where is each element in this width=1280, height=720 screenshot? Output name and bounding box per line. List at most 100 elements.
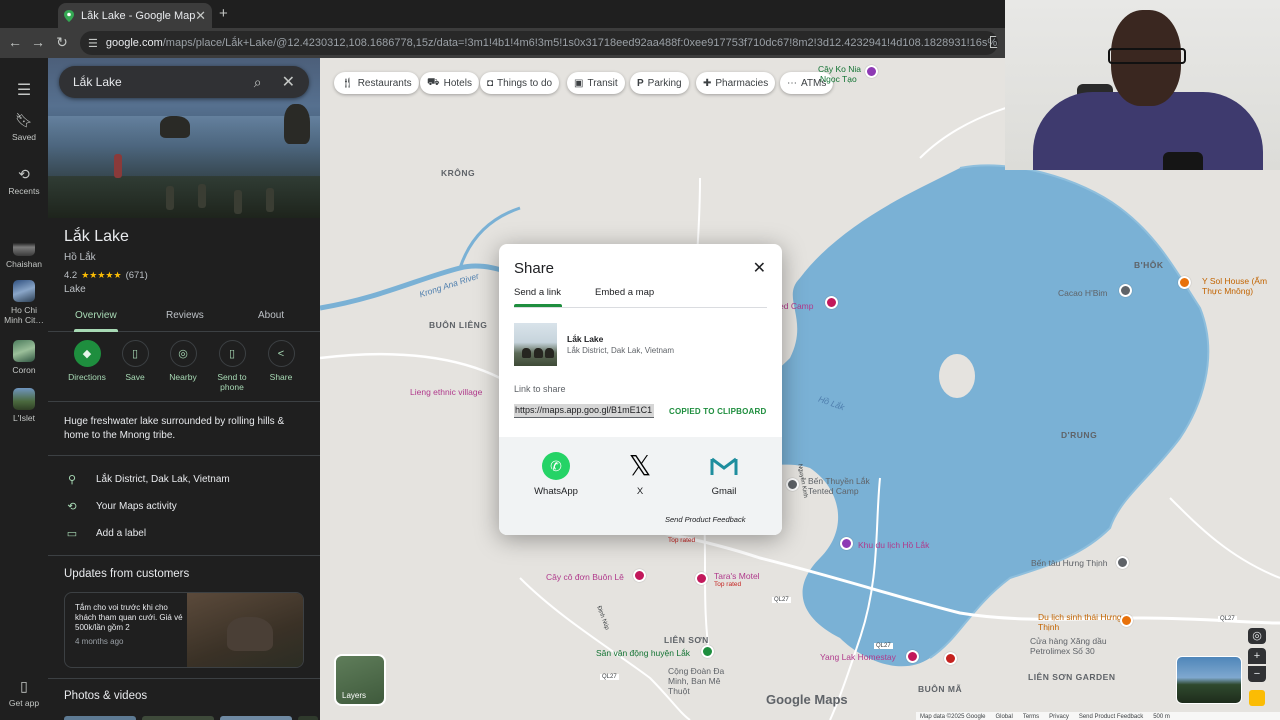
rail-item-label: Recents	[8, 186, 40, 196]
share-button[interactable]: < Share	[254, 340, 308, 382]
global-link[interactable]: Global	[995, 714, 1012, 720]
privacy-link[interactable]: Privacy	[1049, 714, 1069, 720]
new-tab-button[interactable]: +	[219, 5, 228, 22]
tab-send-link[interactable]: Send a link	[514, 287, 561, 298]
share-gmail-button[interactable]: Gmail	[694, 452, 754, 497]
maps-activity-row[interactable]: ⟲ Your Maps activity	[64, 500, 176, 513]
map-label: Cây Ko Nia	[818, 64, 861, 74]
nearby-button[interactable]: ◎ Nearby	[156, 340, 210, 382]
close-icon[interactable]: ✕	[282, 72, 295, 92]
thumbnail-elephant	[545, 348, 554, 358]
tab-about[interactable]: About	[258, 310, 284, 321]
scale-label[interactable]: 500 m	[1153, 714, 1170, 720]
back-icon[interactable]: ←	[6, 34, 24, 50]
map-label: Lieng ethnic village	[410, 387, 483, 397]
rating-row[interactable]: 4.2 ★★★★★ (671)	[64, 270, 148, 281]
rail-item-ho-chi-minh[interactable]: Ho Chi Minh Cit…	[0, 280, 48, 325]
menu-icon[interactable]: ☰	[0, 80, 48, 100]
chip-pharmacies[interactable]: ✚ Pharmacies	[696, 72, 776, 94]
tab-embed-map[interactable]: Embed a map	[595, 287, 654, 298]
chip-parking[interactable]: P Parking	[630, 72, 689, 94]
poi-marker[interactable]	[944, 652, 957, 665]
poi-marker[interactable]	[1119, 284, 1132, 297]
poi-marker[interactable]	[701, 645, 714, 658]
poi-marker[interactable]	[695, 572, 708, 585]
photo-thumbnail[interactable]	[298, 716, 318, 720]
map-label: Ngọc Tạo	[820, 74, 857, 84]
send-feedback-link[interactable]: Send Product Feedback	[665, 515, 745, 524]
chip-things-to-do[interactable]: ◘ Things to do	[480, 72, 560, 94]
search-icon[interactable]: ⌕	[254, 74, 262, 91]
rail-item-lislet[interactable]: L'Islet	[0, 388, 48, 423]
zoom-in-button[interactable]: +	[1248, 648, 1266, 664]
poi-marker[interactable]	[1178, 276, 1191, 289]
update-text: Tắm cho voi trước khi cho khách tham qua…	[75, 603, 183, 632]
action-label: Nearby	[169, 372, 197, 382]
extension-icon[interactable]	[990, 36, 998, 48]
send-to-phone-button[interactable]: ▯ Send to phone	[205, 340, 259, 392]
hero-person	[266, 188, 274, 212]
tab-reviews[interactable]: Reviews	[166, 310, 204, 321]
location-pin-icon: ⚲	[67, 474, 77, 486]
poi-marker[interactable]	[906, 650, 919, 663]
update-card[interactable]: Tắm cho voi trước khi cho khách tham qua…	[64, 592, 304, 668]
hotel-icon: ⛟	[427, 76, 440, 88]
share-place-address: Lắk District, Dak Lak, Vietnam	[567, 346, 675, 355]
tab-overview[interactable]: Overview	[75, 310, 117, 321]
dialog-title: Share	[514, 260, 555, 277]
poi-marker[interactable]	[633, 569, 646, 582]
photo-thumbnail[interactable]	[64, 716, 136, 720]
address-row[interactable]: ⚲ Lắk District, Dak Lak, Vietnam	[64, 473, 230, 486]
browser-tab[interactable]: Lắk Lake - Google Maps ✕	[58, 3, 212, 28]
chip-restaurants[interactable]: 🍴︎ Restaurants	[334, 72, 419, 94]
feedback-link[interactable]: Send Product Feedback	[1079, 714, 1143, 720]
search-input[interactable]: Lắk Lake ⌕ ✕	[59, 66, 309, 98]
reload-icon[interactable]: ↻	[53, 34, 71, 51]
rail-item-label: L'Islet	[13, 413, 35, 423]
my-location-button[interactable]: ◎	[1248, 628, 1266, 644]
pharmacy-icon: ✚	[703, 77, 712, 89]
add-label-row[interactable]: ▭ Add a label	[64, 527, 146, 540]
poi-marker[interactable]	[1116, 556, 1129, 569]
close-tab-icon[interactable]: ✕	[195, 8, 206, 24]
layers-button[interactable]: Layers	[334, 654, 386, 706]
poi-marker[interactable]	[865, 65, 878, 78]
rail-menu[interactable]: ☰	[0, 80, 48, 103]
share-x-button[interactable]: 𝕏 X	[610, 452, 670, 498]
street-view-thumbnail[interactable]	[1176, 656, 1242, 704]
place-description: Huge freshwater lake surrounded by rolli…	[64, 416, 285, 441]
close-icon[interactable]: ✕	[753, 258, 766, 278]
copy-link-button[interactable]: COPIED TO CLIPBOARD	[669, 407, 766, 416]
terms-link[interactable]: Terms	[1023, 714, 1039, 720]
share-whatsapp-button[interactable]: ✆ WhatsApp	[526, 452, 586, 497]
photos-title: Photos & videos	[64, 690, 148, 702]
browser-tabbar: Lắk Lake - Google Maps ✕ +	[0, 0, 1005, 28]
pegman-icon[interactable]	[1249, 690, 1265, 706]
rail-item-recents[interactable]: ⟲ Recents	[0, 166, 48, 196]
share-link-field[interactable]: https://maps.app.goo.gl/B1mE1C1	[514, 404, 654, 418]
chip-hotels[interactable]: ⛟ Hotels	[420, 72, 479, 94]
poi-marker[interactable]	[840, 537, 853, 550]
chip-transit[interactable]: ▣ Transit	[567, 72, 625, 94]
site-info-icon[interactable]: ☰	[88, 37, 98, 50]
rail-item-saved[interactable]: 🔖︎ Saved	[0, 112, 48, 142]
update-photo[interactable]	[187, 593, 303, 667]
poi-marker[interactable]	[1120, 614, 1133, 627]
address-bar[interactable]: ☰ google.com/maps/place/Lắk+Lake/@12.423…	[80, 31, 998, 55]
forward-icon[interactable]: →	[29, 34, 47, 50]
rail-item-get-app[interactable]: ▯ Get app	[0, 678, 48, 708]
photo-thumbnail[interactable]	[142, 716, 214, 720]
rail-item-chaishan[interactable]: Chaishan	[0, 234, 48, 269]
rating-value: 4.2	[64, 270, 78, 281]
directions-button[interactable]: ◆ Directions	[60, 340, 114, 382]
save-button[interactable]: ▯ Save	[108, 340, 162, 382]
photo-thumbnail[interactable]	[220, 716, 292, 720]
map-label: D'RUNG	[1061, 430, 1098, 440]
place-title: Lắk Lake	[64, 228, 129, 245]
zoom-out-button[interactable]: −	[1248, 666, 1266, 682]
rail-item-coron[interactable]: Coron	[0, 340, 48, 375]
place-panel: Lắk Lake ⌕ ✕ Lắk Lake Hồ Lắk 4.2 ★★★★★ (…	[48, 58, 320, 720]
poi-marker[interactable]	[786, 478, 799, 491]
poi-marker[interactable]	[825, 296, 838, 309]
place-type[interactable]: Lake	[64, 284, 86, 295]
